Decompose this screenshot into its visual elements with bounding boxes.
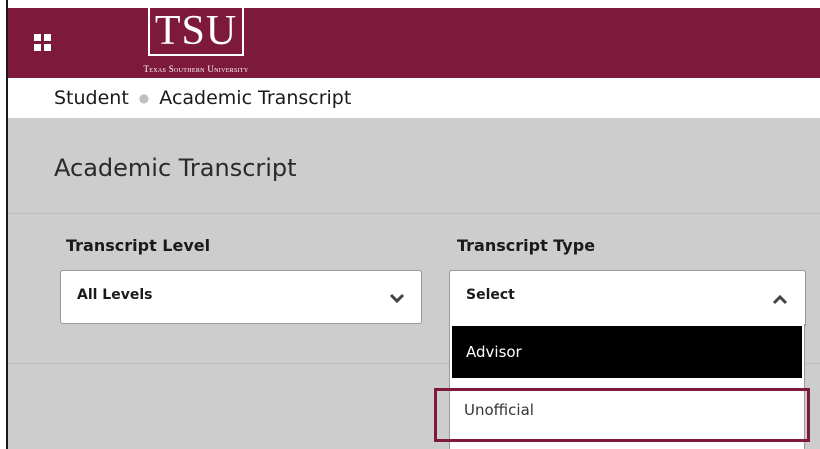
chevron-up-icon	[772, 295, 788, 305]
option-advisor[interactable]: Advisor	[450, 324, 804, 380]
transcript-type-label: Transcript Type	[457, 236, 596, 255]
transcript-type-dropdown: Advisor Unofficial	[449, 324, 805, 449]
breadcrumb-item-student[interactable]: Student	[54, 87, 129, 109]
transcript-type-value: Select	[466, 287, 515, 303]
transcript-level-select[interactable]: All Levels	[60, 270, 422, 324]
logo-box: TSU	[148, 8, 244, 56]
transcript-level-value: All Levels	[77, 287, 153, 303]
option-unofficial[interactable]: Unofficial	[450, 382, 804, 438]
breadcrumb-separator-icon: ●	[138, 91, 150, 105]
logo-text: TSU	[154, 8, 238, 54]
transcript-type-select[interactable]: Select	[449, 270, 806, 326]
logo-subtitle: Texas Southern University	[143, 64, 249, 74]
top-header-bar: TSU Texas Southern University	[8, 0, 820, 78]
chevron-down-icon	[389, 293, 405, 303]
tsu-logo[interactable]: TSU Texas Southern University	[92, 8, 312, 78]
transcript-level-label: Transcript Level	[66, 236, 211, 255]
page-title: Academic Transcript	[54, 154, 297, 182]
title-band: Academic Transcript	[8, 118, 820, 214]
breadcrumb-item-academic-transcript: Academic Transcript	[159, 87, 352, 109]
grid-menu-icon[interactable]	[34, 34, 52, 52]
app-frame: TSU Texas Southern University Student ● …	[6, 0, 820, 449]
breadcrumb: Student ● Academic Transcript	[8, 78, 820, 118]
